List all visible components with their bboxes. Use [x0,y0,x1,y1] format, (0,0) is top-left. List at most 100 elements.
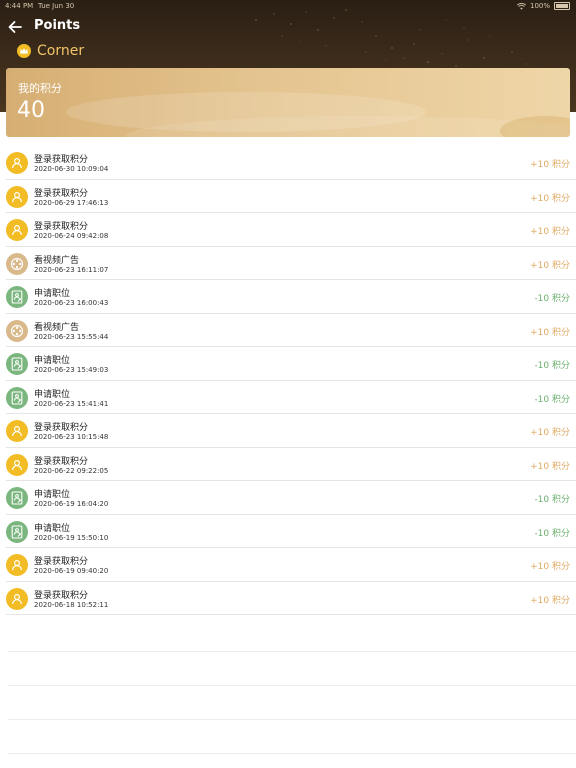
record-row[interactable]: 登录获取积分 2020-06-23 10:15:48 +10 积分 [6,414,576,448]
record-row[interactable]: 登录获取积分 2020-06-24 09:42:08 +10 积分 [6,213,576,247]
back-button[interactable] [6,17,24,37]
record-title: 申请职位 [34,490,71,500]
user-icon [12,593,22,604]
status-date: Tue Jun 30 [38,2,75,10]
record-title: 登录获取积分 [34,155,89,165]
points-record-list: 登录获取积分 2020-06-30 10:09:04 +10 积分 登录获取积分 202… [0,146,576,615]
record-time: 2020-06-29 17:46:13 [34,198,109,207]
brand: Corner [17,43,84,59]
login-record-avatar [6,587,28,610]
status-time: 4:44 PM [5,2,34,10]
page-title: Points [34,18,81,33]
points-value: 40 [17,98,45,123]
login-record-avatar [6,185,28,208]
record-points: +10 积分 [530,327,570,338]
video-record-avatar [6,252,28,275]
points-label: 我的积分 [18,82,62,95]
user-icon [12,224,22,236]
record-row[interactable]: 登录获取积分 2020-06-30 10:09:04 +10 积分 [6,146,576,180]
record-points: +10 积分 [530,227,570,237]
login-record-avatar [6,554,28,576]
film-reel-icon [10,257,24,270]
record-title: 申请职位 [34,356,71,366]
empty-row-divider [8,685,576,686]
record-points: +10 积分 [530,562,570,572]
record-points: -10 积分 [534,394,570,405]
resume-document-icon [11,491,23,505]
record-title: 看视频广告 [34,322,80,333]
record-row[interactable]: 登录获取积分 2020-06-22 09:22:05 +10 积分 [6,448,576,481]
record-row[interactable]: 看视频广告 2020-06-23 16:11:07 +10 积分 [6,247,576,280]
record-points: -10 积分 [534,361,570,371]
empty-row-divider [8,651,576,652]
record-title: 登录获取积分 [34,222,89,232]
empty-row-divider [8,753,576,754]
record-time: 2020-06-23 16:00:43 [34,299,109,307]
record-row[interactable]: 登录获取积分 2020-06-18 10:52:11 +10 积分 [6,582,576,615]
record-title: 登录获取积分 [34,188,89,199]
record-row[interactable]: 登录获取积分 2020-06-29 17:46:13 +10 积分 [6,180,576,213]
points-screen: 4:44 PM Tue Jun 30 100% Points Corner 我的… [0,0,576,768]
record-title: 登录获取积分 [34,590,89,601]
record-time: 2020-06-23 15:49:03 [34,366,109,374]
record-title: 登录获取积分 [34,423,89,433]
record-time: 2020-06-23 10:15:48 [34,433,109,441]
record-time: 2020-06-24 09:42:08 [34,232,109,240]
user-icon [12,425,22,437]
record-points: +10 积分 [530,260,570,271]
record-time: 2020-06-19 15:50:10 [34,533,109,542]
record-time: 2020-06-19 16:04:20 [34,500,109,508]
resume-document-icon [11,290,23,304]
record-row[interactable]: 申请职位 2020-06-19 15:50:10 -10 积分 [6,515,576,548]
apply-record-avatar [6,353,28,375]
record-row[interactable]: 看视频广告 2020-06-23 15:55:44 +10 积分 [6,314,576,347]
wifi-icon [516,2,526,10]
record-time: 2020-06-19 09:40:20 [34,567,109,575]
record-title: 申请职位 [34,389,71,400]
login-record-avatar [6,453,28,476]
record-points: +10 积分 [530,428,570,438]
back-arrow-icon [8,21,22,33]
brand-name: Corner [37,43,85,59]
record-title: 看视频广告 [34,255,80,266]
film-reel-icon [10,324,24,337]
resume-document-icon [11,524,23,539]
login-record-avatar [6,219,28,241]
user-icon [12,191,22,202]
record-title: 登录获取积分 [34,557,89,567]
points-card: 我的积分 40 [6,68,570,137]
record-title: 申请职位 [34,523,71,534]
status-indicators: 100% [516,0,570,12]
record-time: 2020-06-18 10:52:11 [34,600,109,609]
apply-record-avatar [6,520,28,543]
user-icon [12,459,22,470]
apply-record-avatar [6,386,28,409]
record-row[interactable]: 申请职位 2020-06-23 15:49:03 -10 积分 [6,347,576,381]
record-time: 2020-06-23 15:41:41 [34,399,109,408]
login-record-avatar [6,420,28,442]
record-points: -10 积分 [534,294,570,304]
record-points: -10 积分 [534,528,570,539]
record-time: 2020-06-23 15:55:44 [34,332,109,341]
user-icon [12,157,22,169]
record-points: +10 积分 [530,461,570,472]
record-row[interactable]: 申请职位 2020-06-19 16:04:20 -10 积分 [6,481,576,515]
record-points: -10 积分 [534,495,570,505]
resume-document-icon [11,390,23,405]
record-row[interactable]: 登录获取积分 2020-06-19 09:40:20 +10 积分 [6,548,576,582]
record-time: 2020-06-22 09:22:05 [34,466,109,475]
apply-record-avatar [6,286,28,308]
record-title: 申请职位 [34,289,71,299]
login-record-avatar [6,152,28,174]
crown-icon [17,44,31,58]
record-points: +10 积分 [530,160,570,170]
apply-record-avatar [6,487,28,509]
user-icon [12,559,22,571]
record-points: +10 积分 [530,595,570,606]
record-row[interactable]: 申请职位 2020-06-23 16:00:43 -10 积分 [6,280,576,314]
resume-document-icon [11,357,23,371]
battery-icon [554,2,570,10]
battery-percent: 100% [529,2,550,10]
record-row[interactable]: 申请职位 2020-06-23 15:41:41 -10 积分 [6,381,576,414]
video-record-avatar [6,319,28,342]
